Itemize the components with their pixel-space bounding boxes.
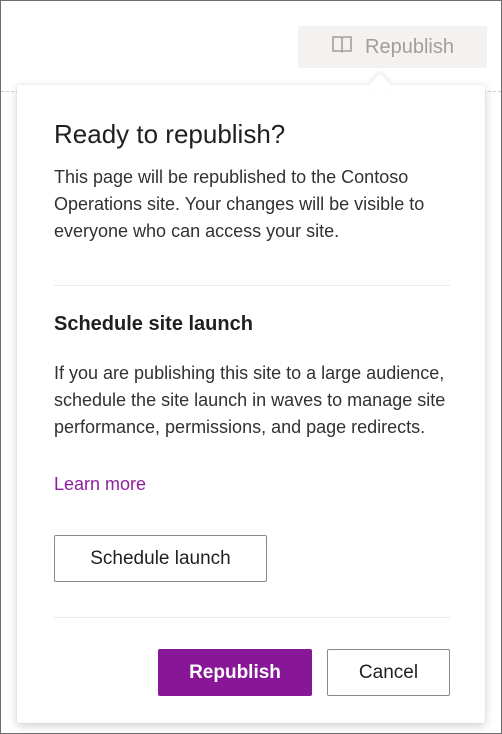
cancel-button[interactable]: Cancel (327, 649, 450, 696)
footer-divider (54, 617, 450, 618)
callout-title: Ready to republish? (54, 119, 286, 149)
section-divider (54, 285, 450, 286)
schedule-launch-button[interactable]: Schedule launch (54, 535, 267, 582)
schedule-description: If you are publishing this site to a lar… (54, 363, 446, 437)
learn-more-link[interactable]: Learn more (54, 474, 146, 495)
schedule-heading: Schedule site launch (54, 313, 253, 335)
command-bar: Republish (1, 1, 501, 93)
republish-toolbar-button[interactable]: Republish (298, 26, 487, 68)
callout-description: This page will be republished to the Con… (54, 167, 425, 241)
republish-toolbar-label: Republish (365, 35, 454, 58)
book-icon (331, 33, 353, 61)
app-frame: Republish Ready to republish? This page … (0, 0, 502, 734)
republish-button[interactable]: Republish (158, 649, 312, 696)
